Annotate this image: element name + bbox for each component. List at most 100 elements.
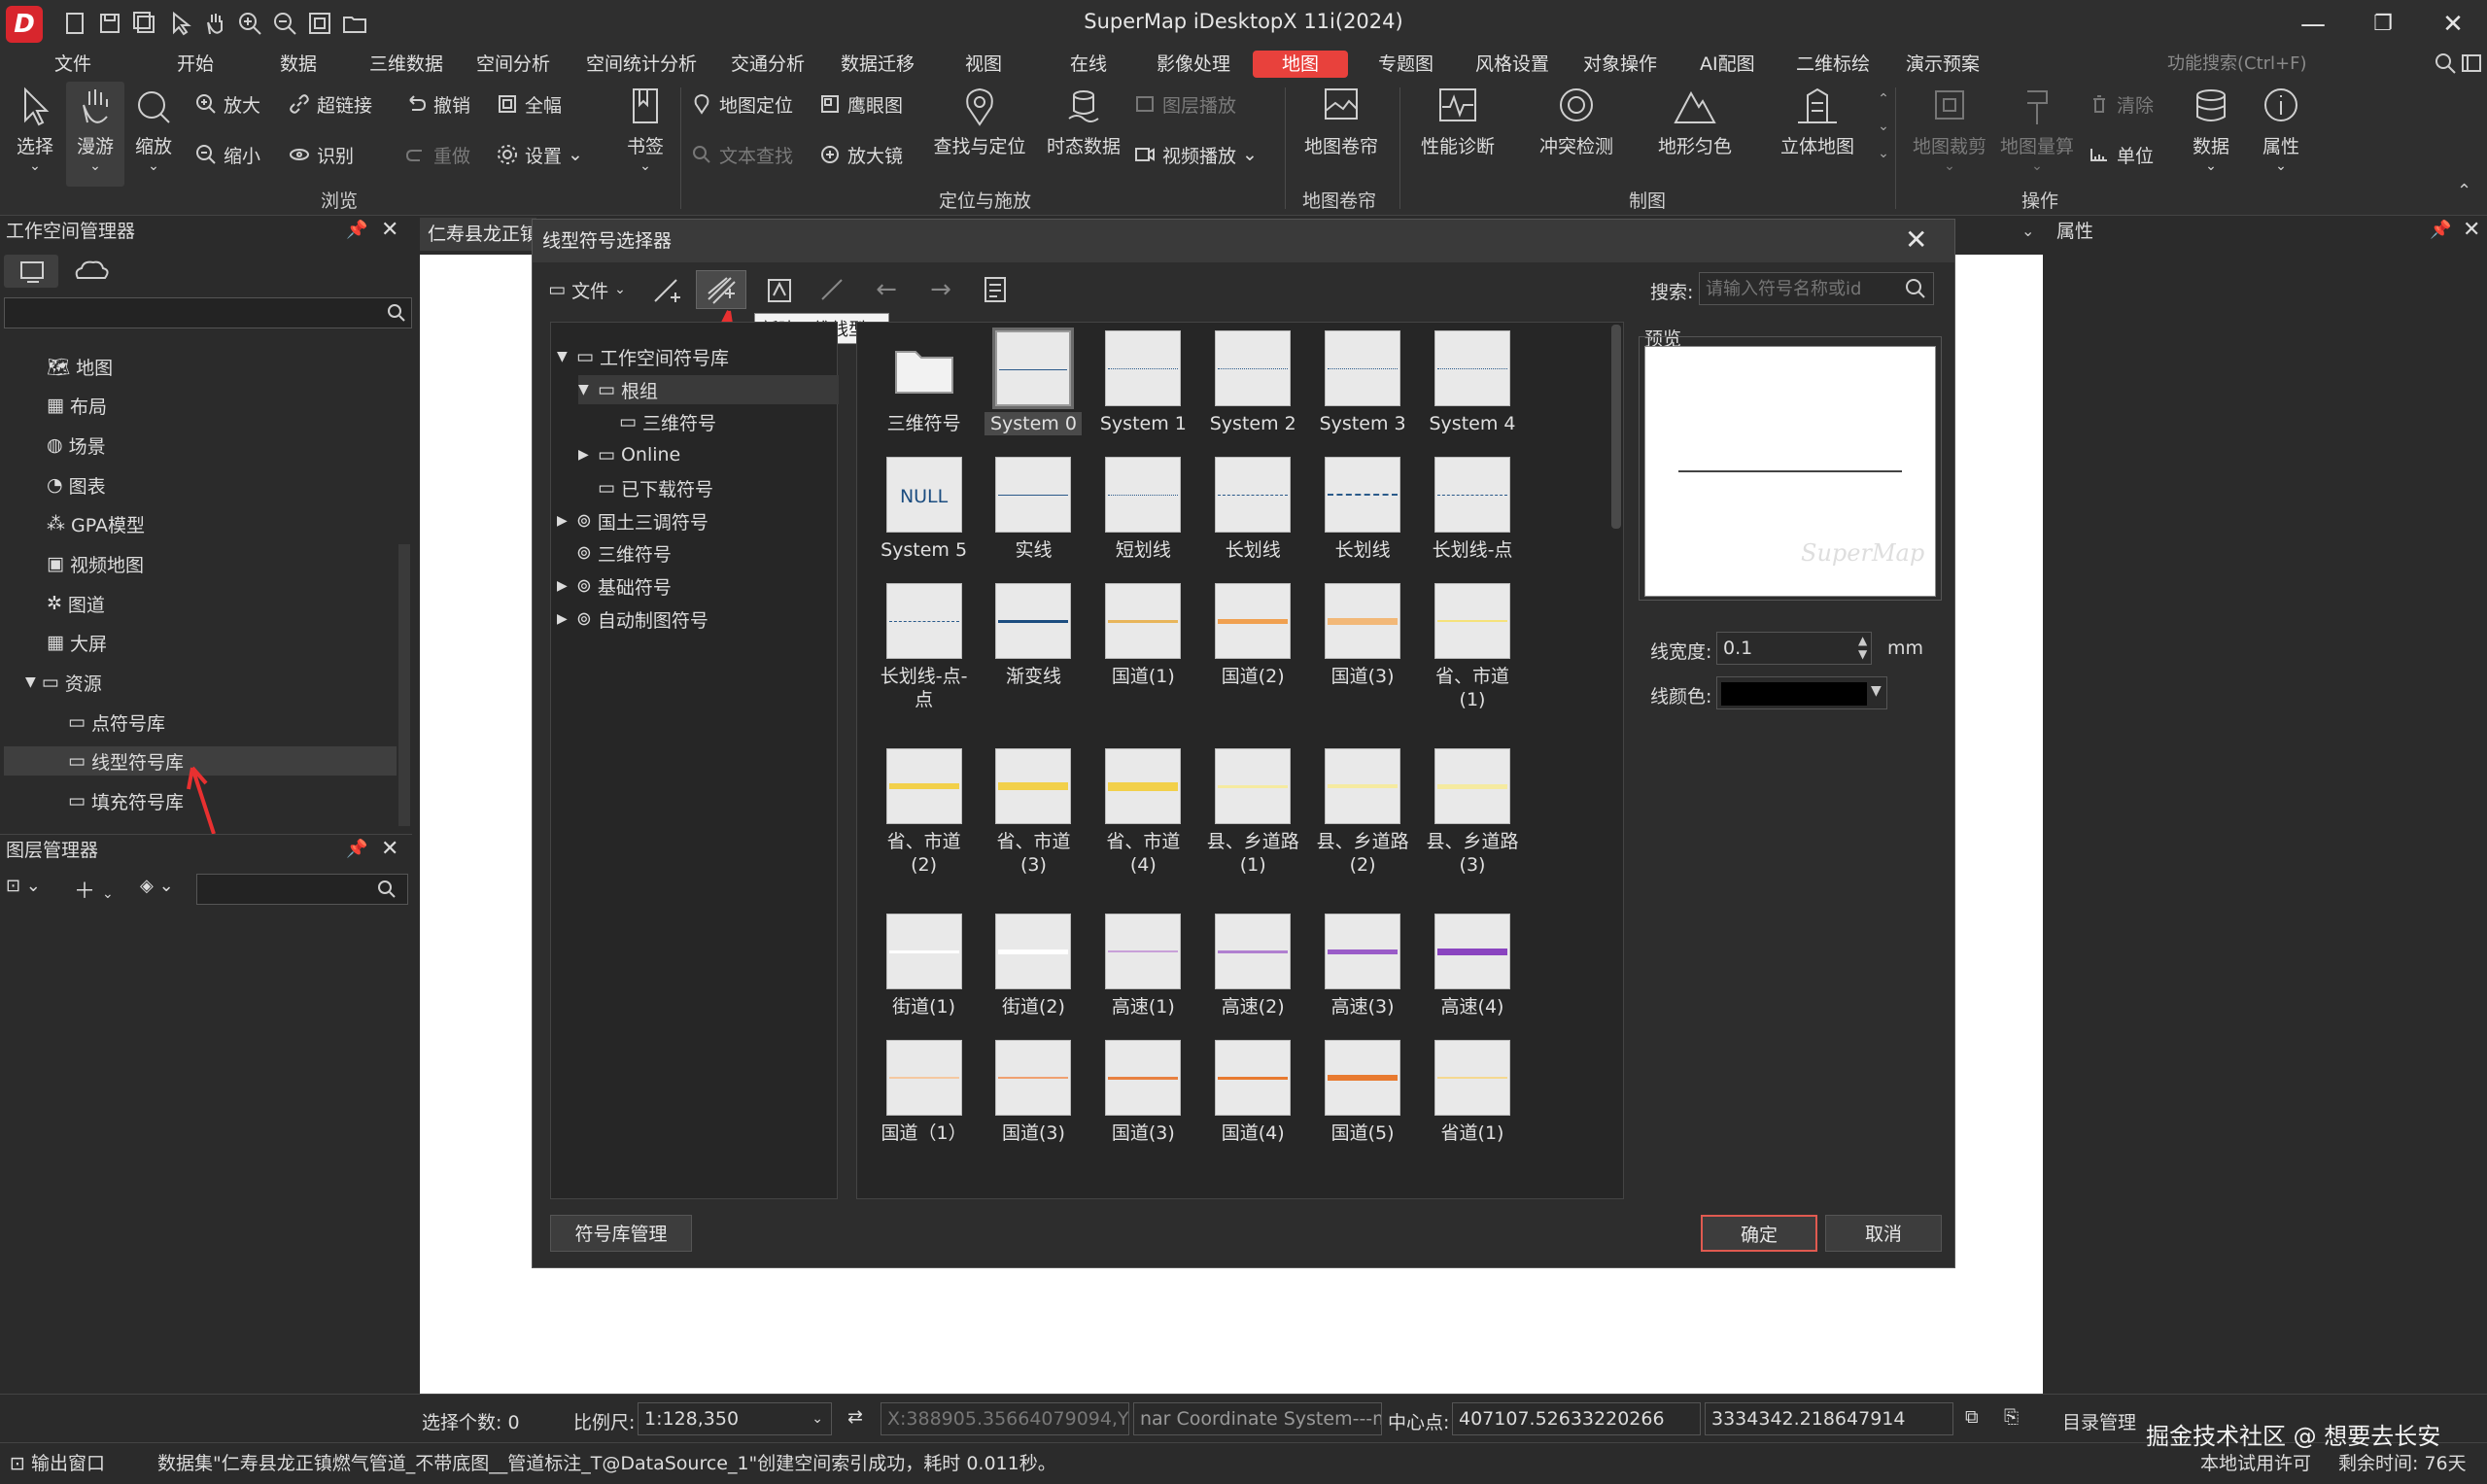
layers-icon[interactable]: ◈ ⌄ bbox=[140, 876, 174, 896]
library-tree-item[interactable]: ▶ ⊚ 国土三调符号 bbox=[557, 506, 708, 535]
forward-arrow-icon[interactable]: → bbox=[921, 270, 960, 309]
symbol-search-input[interactable] bbox=[1699, 272, 1934, 305]
search-icon[interactable] bbox=[1903, 276, 1928, 301]
unit-button[interactable]: 单位 bbox=[2088, 140, 2154, 169]
ribbon-collapse-icon[interactable]: ⌃ bbox=[2457, 181, 2471, 201]
symbol-item[interactable]: 渐变线 bbox=[984, 583, 1082, 688]
cloud-view-tab[interactable] bbox=[64, 255, 119, 288]
center-y-input[interactable]: 3334342.218647914 bbox=[1705, 1402, 1953, 1435]
symbol-item[interactable]: 国道(3) bbox=[984, 1040, 1082, 1145]
data-button[interactable]: 数据 ⌄ bbox=[2177, 86, 2245, 174]
symbol-item[interactable]: 短划线 bbox=[1094, 457, 1192, 562]
close-button[interactable]: ✕ bbox=[2426, 4, 2480, 45]
menu-style[interactable]: 风格设置 bbox=[1475, 49, 1549, 80]
map-document-tab[interactable]: 仁寿县龙正镇 bbox=[420, 218, 536, 251]
library-tree-item[interactable]: ▶ ⊚ 自动制图符号 bbox=[557, 604, 708, 634]
symbol-item[interactable]: 国道(5) bbox=[1314, 1040, 1411, 1145]
dialog-close-button[interactable]: ✕ bbox=[1905, 224, 1927, 256]
menu-data[interactable]: 数据 bbox=[280, 49, 317, 80]
tab-dropdown-icon[interactable]: ⌄ bbox=[2021, 222, 2034, 240]
library-tree-item[interactable]: ▭ 三维符号 bbox=[600, 407, 716, 436]
symbol-item[interactable]: 长划线-点-点 bbox=[876, 583, 973, 711]
pin-icon[interactable]: 📌 bbox=[346, 220, 367, 240]
close-icon[interactable]: ✕ bbox=[381, 837, 398, 861]
ok-button[interactable]: 确定 bbox=[1701, 1215, 1817, 1252]
text-find-button[interactable]: 文本查找 bbox=[690, 140, 793, 169]
settings-button[interactable]: 设置 ⌄ bbox=[496, 140, 583, 169]
menu-presentation[interactable]: 演示预案 bbox=[1906, 49, 1980, 80]
tree-item-chart[interactable]: ◔ 图表 bbox=[47, 470, 106, 500]
symbol-item[interactable]: 三维符号 bbox=[876, 330, 973, 435]
menu-object-ops[interactable]: 对象操作 bbox=[1583, 49, 1657, 80]
symbol-grid-scrollbar[interactable] bbox=[1611, 325, 1621, 529]
search-icon[interactable] bbox=[2433, 51, 2458, 76]
identify-button[interactable]: 识别 bbox=[288, 140, 354, 169]
magnifier-button[interactable]: 放大镜 bbox=[818, 140, 903, 169]
library-tree-item[interactable]: ▼ ▭ 根组 bbox=[578, 375, 839, 404]
symbol-item[interactable]: System 0 bbox=[984, 328, 1083, 435]
scale-combo[interactable]: 1:128,350 ⌄ bbox=[638, 1402, 832, 1435]
close-icon[interactable]: ✕ bbox=[2463, 218, 2480, 242]
restore-button[interactable]: ❐ bbox=[2356, 4, 2410, 45]
import-button[interactable] bbox=[760, 270, 799, 309]
menu-migration[interactable]: 数据迁移 bbox=[841, 49, 915, 80]
line-width-input[interactable]: 0.1 bbox=[1716, 632, 1872, 665]
map-clip-button[interactable]: 地图裁剪 ⌄ bbox=[1903, 86, 1996, 174]
zoom-button[interactable]: 缩放 ⌄ bbox=[126, 86, 181, 174]
output-window-tab[interactable]: ⊡ 输出窗口 bbox=[10, 1443, 105, 1484]
center-x-input[interactable]: 407107.52633220266 bbox=[1452, 1402, 1701, 1435]
expand-arrow-icon[interactable]: ▼ bbox=[578, 382, 592, 397]
workspace-scrollbar[interactable] bbox=[398, 544, 410, 826]
menu-3d-data[interactable]: 三维数据 bbox=[369, 49, 443, 80]
layer-play-button[interactable]: 图层播放 bbox=[1133, 89, 1236, 119]
symbol-item[interactable]: 高速(2) bbox=[1204, 914, 1301, 1018]
plus-icon[interactable]: ＋ ⌄ bbox=[74, 874, 114, 905]
search-icon[interactable] bbox=[385, 301, 408, 325]
copy-icon[interactable]: ⧉ bbox=[1965, 1406, 1979, 1428]
tree-item-graph[interactable]: ✲ 图道 bbox=[47, 589, 105, 618]
file-menu-button[interactable]: ▭ 文件 ⌄ bbox=[540, 270, 634, 309]
menu-plotting[interactable]: 二维标绘 bbox=[1796, 49, 1870, 80]
tree-item-resources[interactable]: ▼ ▭ 资源 bbox=[25, 668, 102, 697]
expand-arrow-icon[interactable]: ▶ bbox=[578, 447, 592, 463]
menu-online[interactable]: 在线 bbox=[1070, 49, 1107, 80]
tree-item-video-map[interactable]: ▣ 视频地图 bbox=[47, 549, 144, 578]
line-width-stepper[interactable]: ▲ ▼ bbox=[1858, 634, 1867, 661]
symbol-item[interactable]: 实线 bbox=[984, 457, 1082, 562]
zoom-in-button[interactable]: 放大 bbox=[194, 89, 260, 119]
symbol-item[interactable]: 国道(4) bbox=[1204, 1040, 1301, 1145]
pin-icon[interactable]: 📌 bbox=[346, 839, 367, 859]
redo-button[interactable]: 重做 bbox=[404, 140, 470, 169]
new-3d-line-button[interactable] bbox=[696, 270, 746, 309]
library-tree-item[interactable]: ▶ ▭ Online bbox=[578, 440, 680, 469]
library-tree-item[interactable]: ▶ ⊚ 基础符号 bbox=[557, 571, 672, 601]
symbol-item[interactable]: 国道(3) bbox=[1314, 583, 1411, 688]
library-tree-item[interactable]: ▭ 已下载符号 bbox=[578, 473, 713, 502]
catalog-tab[interactable]: 目录管理 bbox=[2062, 1408, 2136, 1434]
symbol-item[interactable]: 街道(1) bbox=[876, 914, 973, 1018]
map-roll-button[interactable]: 地图卷帘 bbox=[1293, 86, 1390, 158]
menu-view[interactable]: 视图 bbox=[965, 49, 1002, 80]
bookmark-button[interactable]: 书签 ⌄ bbox=[618, 86, 673, 174]
symbol-item[interactable]: 县、乡道路(1) bbox=[1204, 748, 1301, 877]
collapse-ribbon-icon[interactable] bbox=[2459, 51, 2484, 76]
symbol-item[interactable]: System 3 bbox=[1314, 330, 1411, 435]
map-measure-button[interactable]: 地图量算 ⌄ bbox=[1990, 86, 2084, 174]
menu-ai-map[interactable]: AI配图 bbox=[1700, 49, 1755, 80]
symbol-item[interactable]: 高速(3) bbox=[1314, 914, 1411, 1018]
symbol-item[interactable]: 高速(1) bbox=[1094, 914, 1192, 1018]
expand-arrow-icon[interactable]: ▼ bbox=[557, 349, 570, 364]
menu-traffic[interactable]: 交通分析 bbox=[731, 49, 805, 80]
paste-icon[interactable]: ⎘ bbox=[2004, 1406, 2019, 1428]
temporal-data-button[interactable]: 时态数据 bbox=[1040, 86, 1127, 158]
symbol-item[interactable]: 街道(2) bbox=[984, 914, 1082, 1018]
menu-spatial-analysis[interactable]: 空间分析 bbox=[476, 49, 550, 80]
symbol-item[interactable]: 国道(2) bbox=[1204, 583, 1301, 688]
symbol-item[interactable]: System 4 bbox=[1424, 330, 1521, 435]
add-layer-icon[interactable]: ⊡ ⌄ bbox=[6, 876, 41, 896]
symbol-item[interactable]: 国道(3) bbox=[1094, 1040, 1192, 1145]
menu-file[interactable]: 文件 bbox=[54, 49, 91, 80]
new-line-symbol-button[interactable] bbox=[647, 270, 686, 309]
minimize-button[interactable]: — bbox=[2286, 4, 2340, 45]
symbol-item[interactable]: 国道(1) bbox=[1094, 583, 1192, 688]
